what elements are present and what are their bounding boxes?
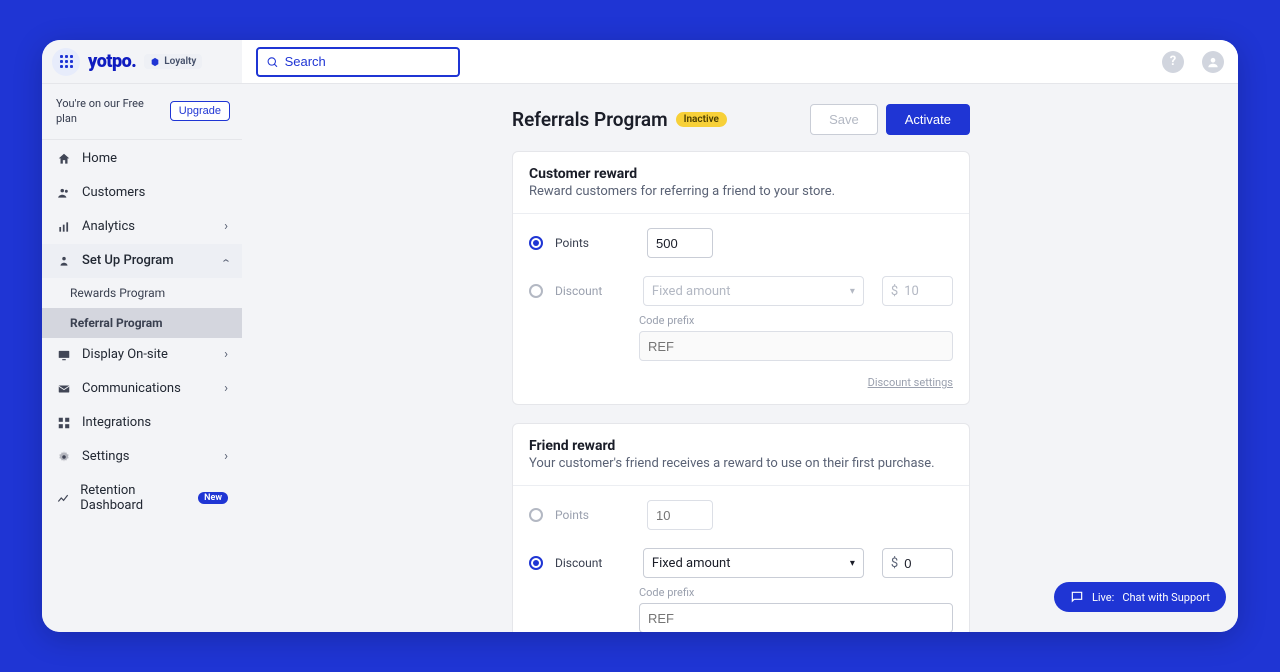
- new-badge: New: [198, 492, 228, 504]
- nav-communications[interactable]: Communications ›: [42, 372, 242, 406]
- sidebar: yotpo. Loyalty You're on our Free plan U…: [42, 40, 242, 632]
- friend-points-input[interactable]: [647, 500, 713, 530]
- chevron-right-icon: ›: [224, 347, 228, 362]
- nav-analytics[interactable]: Analytics ›: [42, 210, 242, 244]
- chat-icon: [1070, 590, 1084, 604]
- discount-label: Discount: [555, 284, 631, 298]
- status-badge: Inactive: [676, 112, 727, 127]
- friend-code-prefix-label: Code prefix: [639, 586, 953, 599]
- avatar[interactable]: [1202, 51, 1224, 73]
- help-icon[interactable]: ?: [1162, 51, 1184, 73]
- plan-text: You're on our Free plan: [56, 96, 162, 127]
- page-title: Referrals Program: [512, 108, 668, 131]
- mail-icon: [56, 381, 72, 397]
- chevron-down-icon: ▾: [850, 558, 855, 569]
- activate-button[interactable]: Activate: [886, 104, 970, 135]
- plan-box: You're on our Free plan Upgrade: [42, 84, 242, 140]
- upgrade-button[interactable]: Upgrade: [170, 101, 230, 121]
- chat-support-button[interactable]: Live: Chat with Support: [1054, 582, 1226, 612]
- customer-points-input[interactable]: [647, 228, 713, 258]
- nav-settings[interactable]: Settings ›: [42, 440, 242, 474]
- customer-discount-type-select[interactable]: Fixed amount ▾: [643, 276, 864, 306]
- chevron-right-icon: ›: [224, 381, 228, 396]
- analytics-icon: [56, 219, 72, 235]
- chevron-right-icon: ›: [224, 449, 228, 464]
- friend-reward-subtitle: Your customer's friend receives a reward…: [529, 456, 953, 471]
- page-header: Referrals Program Inactive Save Activate: [512, 104, 970, 135]
- search-input[interactable]: [285, 54, 450, 69]
- brand-bar: yotpo. Loyalty: [42, 40, 242, 84]
- friend-points-radio[interactable]: [529, 508, 543, 522]
- nav-home[interactable]: Home: [42, 142, 242, 176]
- setup-icon: [56, 253, 72, 269]
- chevron-down-icon: ▾: [850, 286, 855, 297]
- top-icons: ?: [1162, 51, 1224, 73]
- nav-sub-rewards[interactable]: Rewards Program: [42, 278, 242, 308]
- nav-retention-dashboard[interactable]: Retention Dashboard New: [42, 474, 242, 522]
- search-icon: [266, 55, 279, 69]
- friend-reward-card: Friend reward Your customer's friend rec…: [512, 423, 970, 632]
- nav-setup-program[interactable]: Set Up Program ›: [42, 244, 242, 278]
- friend-points-label: Points: [555, 508, 635, 522]
- customers-icon: [56, 185, 72, 201]
- retention-icon: [56, 490, 70, 506]
- nav-integrations[interactable]: Integrations: [42, 406, 242, 440]
- display-icon: [56, 347, 72, 363]
- main: ? Referrals Program Inactive Save Activa…: [242, 40, 1238, 632]
- discount-settings-link[interactable]: Discount settings: [868, 376, 953, 389]
- home-icon: [56, 151, 72, 167]
- chat-live-label: Live:: [1092, 591, 1114, 604]
- chevron-right-icon: ›: [224, 219, 228, 234]
- customer-points-radio[interactable]: [529, 236, 543, 250]
- points-label: Points: [555, 236, 635, 250]
- chat-label: Chat with Support: [1122, 591, 1210, 604]
- code-prefix-label: Code prefix: [639, 314, 953, 327]
- friend-discount-label: Discount: [555, 556, 631, 570]
- content: Referrals Program Inactive Save Activate…: [242, 84, 1238, 632]
- apps-icon[interactable]: [52, 48, 80, 76]
- integrations-icon: [56, 415, 72, 431]
- search-box[interactable]: [256, 47, 460, 77]
- nav: Home Customers Analytics › Set Up Progra…: [42, 140, 242, 522]
- save-button[interactable]: Save: [810, 104, 878, 135]
- nav-display-onsite[interactable]: Display On-site ›: [42, 338, 242, 372]
- app-window: yotpo. Loyalty You're on our Free plan U…: [42, 40, 1238, 632]
- nav-sub-referral[interactable]: Referral Program: [42, 308, 242, 338]
- product-name: Loyalty: [164, 56, 196, 67]
- page-actions: Save Activate: [810, 104, 970, 135]
- friend-reward-title: Friend reward: [529, 438, 953, 454]
- customer-reward-subtitle: Reward customers for referring a friend …: [529, 184, 953, 199]
- gear-icon: [56, 449, 72, 465]
- friend-discount-radio[interactable]: [529, 556, 543, 570]
- customer-discount-radio[interactable]: [529, 284, 543, 298]
- top-bar: ?: [242, 40, 1238, 84]
- customer-code-prefix-input[interactable]: [639, 331, 953, 361]
- friend-discount-value-input[interactable]: [904, 556, 944, 571]
- friend-code-prefix-input[interactable]: [639, 603, 953, 632]
- yotpo-logo: yotpo.: [88, 51, 136, 72]
- customer-reward-title: Customer reward: [529, 166, 953, 182]
- chevron-up-icon: ›: [219, 259, 234, 263]
- friend-discount-amount[interactable]: $: [882, 548, 953, 578]
- friend-discount-type-select[interactable]: Fixed amount ▾: [643, 548, 864, 578]
- customer-discount-amount[interactable]: $ 10: [882, 276, 953, 306]
- nav-customers[interactable]: Customers: [42, 176, 242, 210]
- customer-reward-card: Customer reward Reward customers for ref…: [512, 151, 970, 405]
- product-pill[interactable]: Loyalty: [144, 54, 202, 69]
